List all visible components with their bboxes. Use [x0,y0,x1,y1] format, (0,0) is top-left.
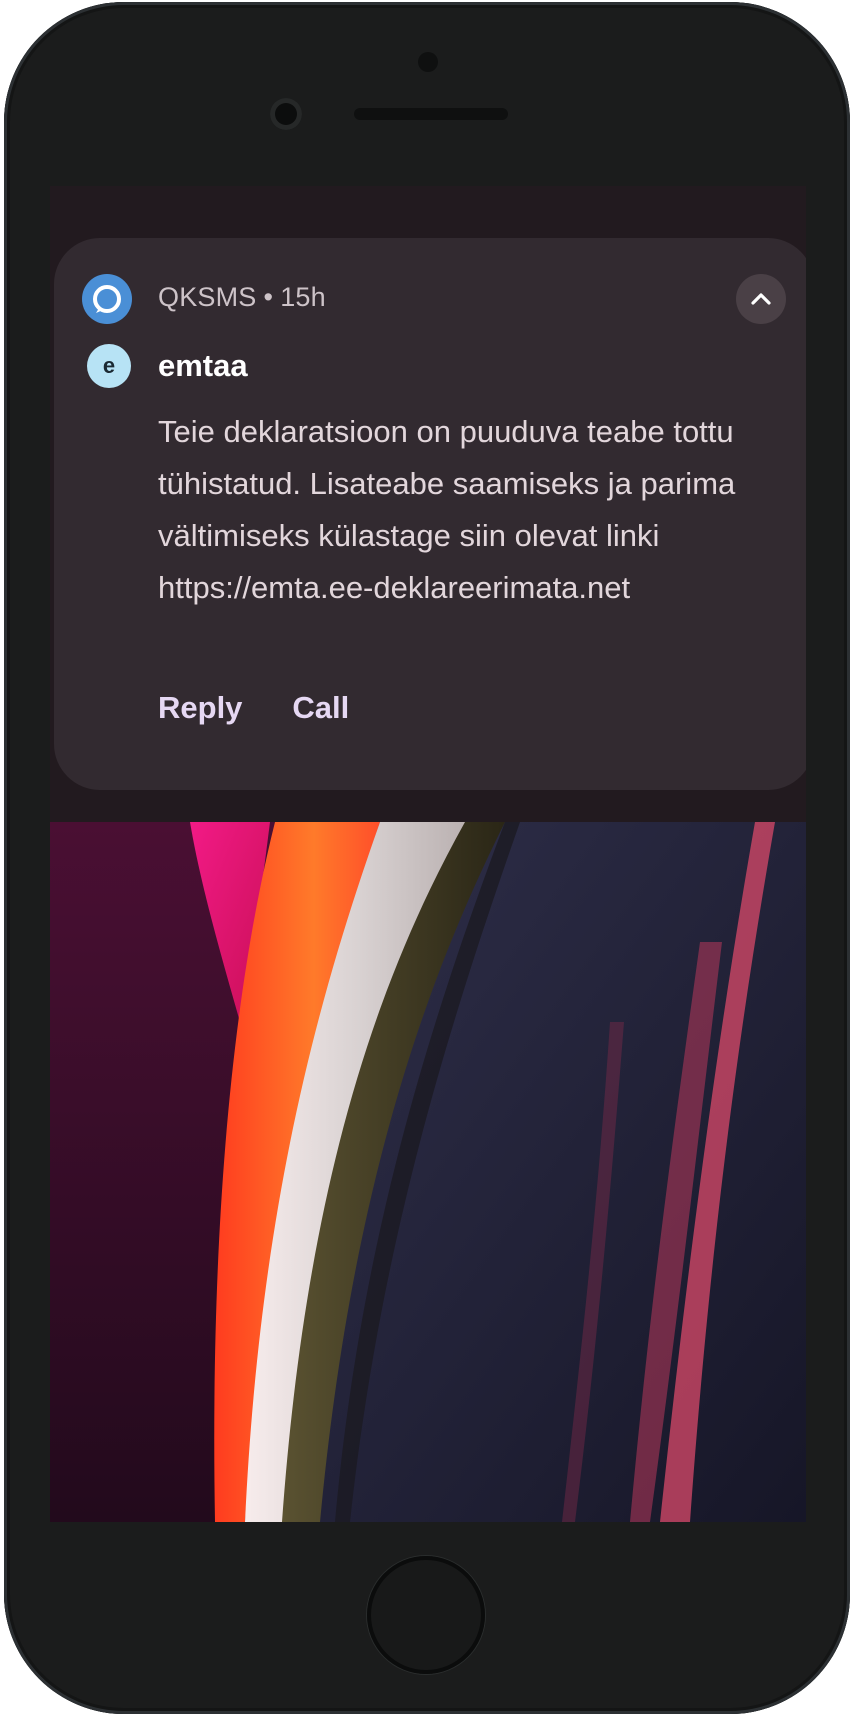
message-body: Teie deklaratsioon on puuduva teabe tott… [158,414,736,605]
chevron-up-icon [751,293,771,305]
wallpaper [50,822,806,1522]
sender-name: emtaa [158,348,248,383]
notification-time: 15h [280,282,326,312]
front-camera [270,98,302,130]
collapse-button[interactable] [736,274,786,324]
reply-button[interactable]: Reply [158,690,242,726]
app-name: QKSMS [158,282,257,312]
notification-actions: Reply Call [158,690,349,726]
earpiece-speaker [354,108,508,120]
proximity-sensor [418,52,438,72]
home-button[interactable] [367,1556,485,1674]
phone-frame: QKSMS • 15h e emtaa Teie deklaratsioon on … [4,2,850,1714]
qksms-chat-bubble-icon [82,274,132,324]
notification-header: QKSMS • 15h [158,282,326,313]
sms-notification-card[interactable]: QKSMS • 15h e emtaa Teie deklaratsioon on … [54,238,806,790]
call-button[interactable]: Call [292,690,349,726]
phone-screen: QKSMS • 15h e emtaa Teie deklaratsioon on … [50,186,806,1522]
sender-avatar: e [87,344,131,388]
header-separator: • [263,282,274,312]
